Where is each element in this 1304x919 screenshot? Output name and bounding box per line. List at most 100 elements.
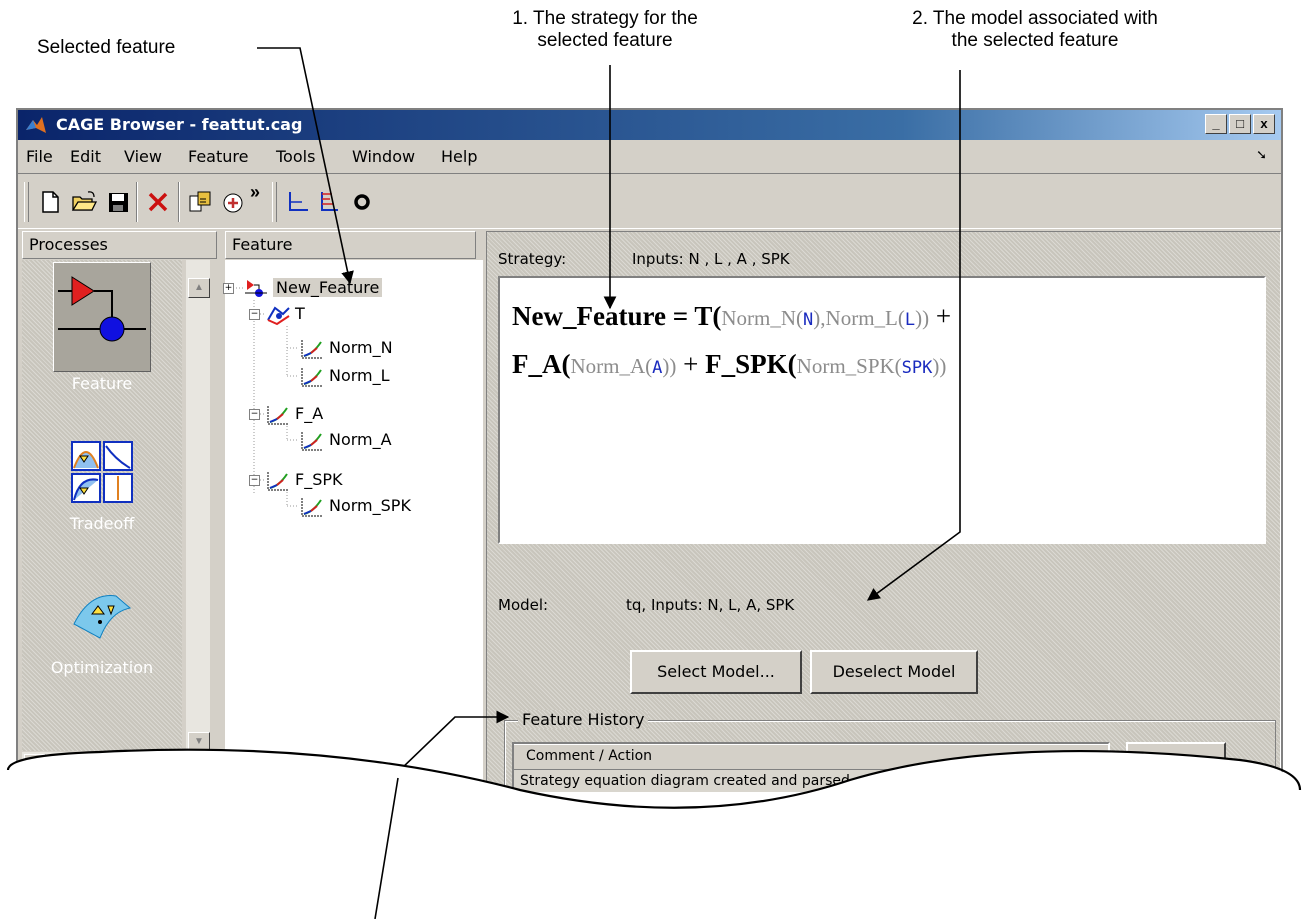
menu-tools[interactable]: Tools (276, 147, 315, 166)
eq-fa: F_A (512, 349, 562, 379)
menu-view[interactable]: View (124, 147, 162, 166)
callout-model-line1: 2. The model associated with (912, 8, 1158, 29)
tree-node-label: New_Feature (273, 278, 383, 297)
open-folder-icon[interactable] (70, 188, 98, 216)
eq-plus: + (929, 301, 952, 331)
variable-icon[interactable]: x=1 (78, 845, 108, 867)
table-node-icon (267, 306, 290, 325)
eq-fspk: F_SPK (705, 349, 788, 379)
processes-scrollbar[interactable]: ▲ ▼ (186, 260, 210, 752)
tree-node-label: Norm_A (329, 430, 392, 449)
toolbar-overflow-icon[interactable]: » (250, 182, 260, 203)
maximize-button[interactable]: □ (1229, 114, 1251, 134)
toolbar-grip[interactable] (272, 182, 277, 222)
circle-icon[interactable] (348, 188, 376, 216)
select-model-button[interactable]: Select Model... (630, 650, 802, 694)
tree-node-f-a[interactable]: F_A (265, 402, 323, 426)
collapse-toggle-f-spk[interactable]: − (249, 475, 260, 486)
toolbar-separator (178, 182, 180, 222)
menu-edit[interactable]: Edit (70, 147, 101, 166)
process-tradeoff-label: Tradeoff (69, 514, 135, 533)
toolbar-grip[interactable] (24, 182, 29, 222)
collapse-toggle-t[interactable]: − (249, 309, 260, 320)
menu-file[interactable]: File (26, 147, 53, 166)
process-feature[interactable]: Feature (22, 262, 182, 393)
tradeoff-icon (71, 441, 133, 503)
normalizer-icon (301, 339, 323, 358)
eq-plus: + (676, 349, 706, 379)
scroll-right-button[interactable]: ▶ (164, 754, 186, 774)
axis-icon[interactable] (284, 188, 312, 216)
remove-button[interactable]: Remove (1126, 798, 1226, 842)
data-objects-scroll-up[interactable]: ▲ (188, 848, 210, 868)
menu-feature[interactable]: Feature (188, 147, 248, 166)
eq-norm-a: Norm_A( (570, 354, 653, 378)
new-file-icon[interactable] (36, 188, 64, 216)
delete-icon[interactable] (144, 188, 172, 216)
toolbar-separator (136, 182, 138, 222)
import-icon[interactable] (186, 188, 214, 216)
expand-toggle-new-feature[interactable]: + (223, 283, 234, 294)
history-column-header[interactable]: Comment / Action (514, 744, 1108, 770)
callout-strategy: 1. The strategy for the selected feature (440, 8, 770, 52)
history-row[interactable]: Strategy equation diagram created and pa… (514, 770, 1108, 792)
toolbar: » (18, 173, 1281, 229)
export-icon[interactable] (220, 188, 248, 216)
tree-node-norm-a[interactable]: Norm_A (299, 428, 392, 452)
optimization-icon (73, 595, 132, 639)
strategy-equation-box[interactable]: New_Feature = T(Norm_N(N),Norm_L(L)) + F… (498, 276, 1266, 544)
tree-node-norm-n[interactable]: Norm_N (299, 336, 393, 360)
process-tradeoff[interactable]: Tradeoff (22, 440, 182, 533)
close-button[interactable]: x (1253, 114, 1275, 134)
collapse-toggle-f-a[interactable]: − (249, 409, 260, 420)
save-icon[interactable] (104, 188, 132, 216)
tree-node-norm-spk[interactable]: Norm_SPK (299, 494, 411, 518)
callout-selected-feature: Selected feature (37, 37, 176, 58)
process-optimization[interactable]: Optimization (22, 588, 182, 677)
tree-node-label: F_SPK (295, 470, 343, 489)
history-list: Comment / Action Strategy equation diagr… (512, 742, 1110, 917)
data-objects-pane: x=1 (22, 835, 182, 917)
menubar-arrow-icon: ➘ (1256, 148, 1267, 163)
feature-icon (53, 262, 151, 372)
feature-tree: + − − − New_Feature T Norm_N Norm_L F_A … (223, 260, 483, 906)
eq-paren: ( (561, 349, 571, 379)
tree-node-f-spk[interactable]: F_SPK (265, 468, 343, 492)
strategy-inputs: Inputs: N , L , A , SPK (632, 250, 790, 268)
eq-close: )) (915, 306, 930, 330)
tree-node-label: Norm_SPK (329, 496, 411, 515)
model-label: Model: (498, 596, 549, 614)
scroll-up-button[interactable]: ▲ (188, 278, 210, 298)
eq-input-l: L (904, 310, 916, 330)
processes-hscrollbar[interactable]: ◀ ▶ (22, 752, 212, 774)
window-title: CAGE Browser - feattut.cag (56, 115, 303, 134)
tree-node-label: F_A (295, 404, 324, 423)
deselect-model-button[interactable]: Deselect Model (810, 650, 978, 694)
scroll-left-button[interactable]: ◀ (24, 754, 46, 774)
minimize-button[interactable]: _ (1205, 114, 1227, 134)
eq-input-n: N (803, 310, 814, 330)
strategy-label: Strategy: (498, 250, 567, 268)
eq-norm-l: Norm_L( (825, 306, 905, 330)
equation-line-2: F_A(Norm_A(A)) + F_SPK(Norm_SPK(SPK)) (512, 342, 951, 390)
data-objects-header: Data Objects (22, 806, 217, 834)
feature-node-icon (245, 279, 267, 297)
tree-node-label: T (295, 304, 305, 323)
callout-model: 2. The model associated with the selecte… (870, 8, 1200, 52)
eq-lhs: New_Feature (512, 301, 666, 331)
add-button[interactable]: Add (1126, 742, 1226, 786)
scroll-down-button[interactable]: ▼ (188, 732, 210, 752)
process-feature-label: Feature (71, 374, 133, 393)
title-bar[interactable]: CAGE Browser - feattut.cag _ □ x (18, 110, 1281, 140)
menu-window[interactable]: Window (352, 147, 415, 166)
axis-fill-icon[interactable] (316, 188, 344, 216)
tree-node-label: Norm_L (329, 366, 390, 385)
menu-bar: File Edit View Feature Tools Window Help… (18, 142, 1281, 172)
tree-node-t[interactable]: T (265, 302, 305, 326)
menu-help[interactable]: Help (441, 147, 477, 166)
tree-node-norm-l[interactable]: Norm_L (299, 364, 390, 388)
eq-close: )) (932, 354, 947, 378)
eq-t: T (694, 301, 713, 331)
callout-model-line2: the selected feature (951, 30, 1119, 51)
tree-node-new-feature[interactable]: New_Feature (243, 276, 383, 300)
